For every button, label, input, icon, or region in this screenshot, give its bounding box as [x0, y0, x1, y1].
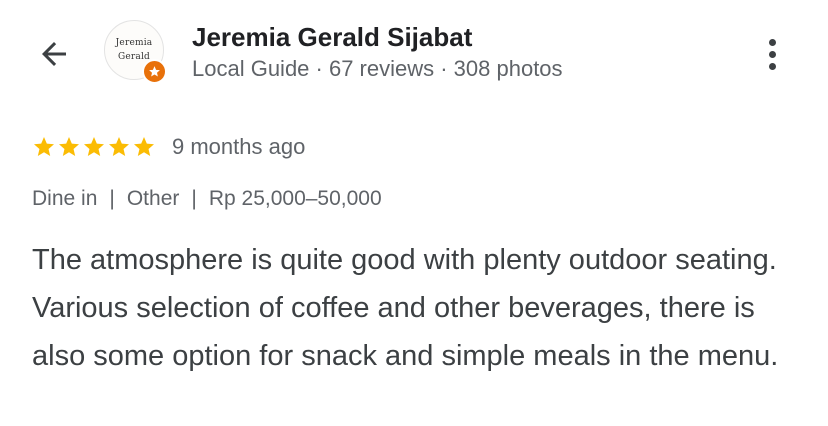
star-rating	[32, 135, 156, 159]
user-meta: Local Guide · 67 reviews · 308 photos	[192, 56, 563, 81]
rating-row: 9 months ago	[32, 132, 305, 162]
star-icon	[132, 135, 156, 159]
arrow-back-icon	[42, 42, 66, 66]
more-vert-icon-dot	[768, 62, 776, 70]
local-guide-badge	[142, 59, 167, 84]
user-name[interactable]: Jeremia Gerald Sijabat	[192, 22, 472, 53]
tag-separator: |	[191, 187, 197, 210]
more-vert-icon-dot	[768, 50, 776, 58]
star-icon	[82, 135, 106, 159]
star-icon	[32, 135, 56, 159]
star-icon	[57, 135, 81, 159]
review-time: 9 months ago	[172, 134, 306, 159]
star-icon	[107, 135, 131, 159]
review-text: The atmosphere is quite good with plenty…	[32, 244, 779, 372]
tag-meal-type: Other	[126, 187, 180, 210]
avatar-text-line1: Jeremia	[115, 38, 153, 48]
tag-service: Dine in	[32, 187, 98, 210]
more-vert-icon	[768, 38, 776, 46]
review-page: Jeremia Gerald Jeremia Gerald Sijabat Lo…	[0, 0, 828, 426]
back-button[interactable]	[28, 30, 80, 78]
tag-price-range: Rp 25,000–50,000	[208, 187, 382, 210]
more-options-button[interactable]	[752, 30, 792, 78]
local-guide-star-icon	[149, 66, 160, 77]
review-tags: Dine in | Other | Rp 25,000–50,000	[32, 187, 382, 211]
tag-separator: |	[109, 187, 115, 210]
